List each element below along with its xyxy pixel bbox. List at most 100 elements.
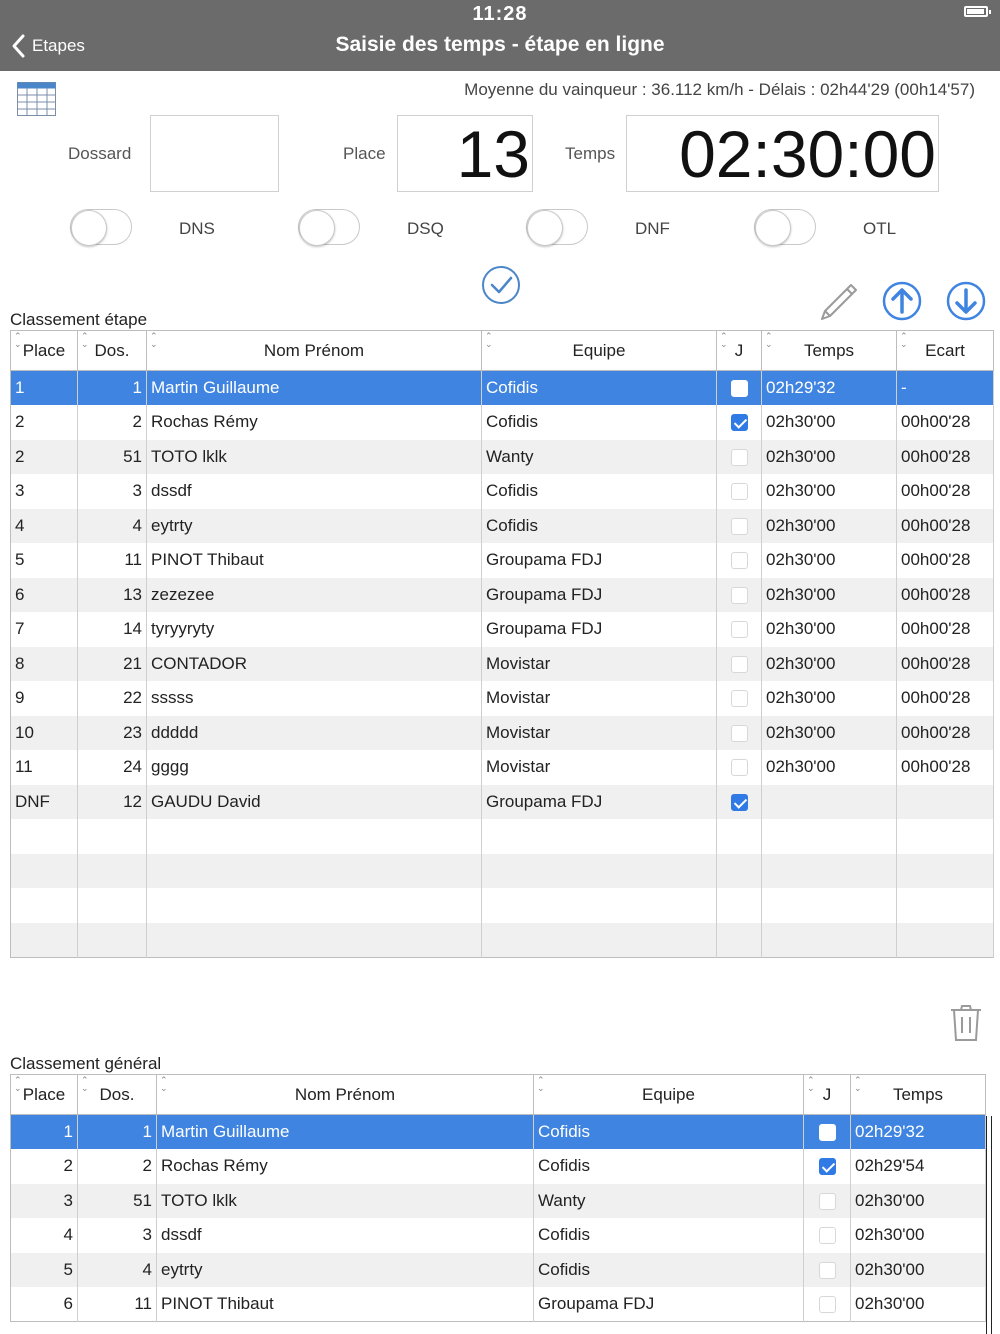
empty-cell (896, 922, 994, 957)
gap-cell: 00h00'28 (896, 612, 994, 647)
name-cell: Martin Guillaume (146, 370, 482, 405)
col-team[interactable]: ⌃ ⌄ Equipe (481, 330, 717, 371)
table-grid-icon[interactable] (17, 82, 56, 116)
table-row[interactable]: 9 22 sssss Movistar 02h30'00 00h00'28 (10, 681, 994, 716)
table-row[interactable]: 5 4 eytrty Cofidis 02h30'00 (10, 1252, 986, 1287)
jersey-checkbox[interactable] (818, 1296, 836, 1314)
col-time[interactable]: ⌃ ⌄ Temps (761, 330, 897, 371)
table-row[interactable]: 6 11 PINOT Thibaut Groupama FDJ 02h30'00 (10, 1287, 986, 1322)
time-cell: 02h30'00 (761, 405, 897, 440)
dnf-toggle[interactable] (526, 209, 588, 246)
time-cell: 02h30'00 (761, 474, 897, 509)
place-cell: 5 (10, 1252, 78, 1287)
table-row[interactable]: 10 23 ddddd Movistar 02h30'00 00h00'28 (10, 715, 994, 750)
col-team[interactable]: ⌃ ⌄ Equipe (533, 1074, 804, 1115)
general-scrollbar[interactable] (986, 1116, 992, 1334)
col-dos[interactable]: ⌃ ⌄ Dos. (77, 330, 147, 371)
jersey-checkbox[interactable] (730, 690, 748, 708)
empty-cell (896, 819, 994, 854)
table-row[interactable]: 8 21 CONTADOR Movistar 02h30'00 00h00'28 (10, 646, 994, 681)
jersey-checkbox[interactable] (730, 759, 748, 777)
table-row[interactable]: 3 51 TOTO lklk Wanty 02h30'00 (10, 1183, 986, 1218)
empty-cell (10, 819, 78, 854)
jersey-checkbox[interactable] (818, 1158, 836, 1176)
empty-cell (146, 853, 482, 888)
pencil-edit-icon[interactable] (818, 281, 860, 323)
place-value: 13 (456, 117, 530, 191)
table-row[interactable]: 1 1 Martin Guillaume Cofidis 02h29'32 (10, 1114, 986, 1149)
j-cell (716, 750, 762, 785)
table-row[interactable]: DNF 12 GAUDU David Groupama FDJ (10, 784, 994, 819)
gap-cell: - (896, 370, 994, 405)
dsq-toggle[interactable] (298, 209, 360, 246)
trash-delete-icon[interactable] (948, 1003, 984, 1043)
table-row[interactable]: 6 13 zezezee Groupama FDJ 02h30'00 00h00'28 (10, 577, 994, 612)
table-row[interactable]: 7 14 tyryyryty Groupama FDJ 02h30'00 00h00'28 (10, 612, 994, 647)
jersey-checkbox[interactable] (818, 1261, 836, 1279)
col-place[interactable]: ⌃ ⌄ Place (10, 330, 78, 371)
col-name[interactable]: ⌃ ⌄ Nom Prénom (146, 330, 482, 371)
team-cell: Wanty (533, 1183, 804, 1218)
table-row[interactable]: 5 11 PINOT Thibaut Groupama FDJ 02h30'00 00h0… (10, 543, 994, 578)
table-row[interactable] (10, 888, 994, 923)
j-cell (716, 439, 762, 474)
dos-cell: 21 (77, 646, 147, 681)
jersey-checkbox[interactable] (730, 586, 748, 604)
otl-toggle[interactable] (754, 209, 816, 246)
time-cell: 02h30'00 (850, 1252, 986, 1287)
jersey-checkbox[interactable] (730, 414, 748, 432)
empty-cell (761, 819, 897, 854)
table-row[interactable]: 2 51 TOTO lklk Wanty 02h30'00 00h00'28 (10, 439, 994, 474)
table-row[interactable]: 4 3 dssdf Cofidis 02h30'00 (10, 1218, 986, 1253)
dos-cell: 3 (77, 474, 147, 509)
col-gap[interactable]: ⌃ ⌄ Ecart (896, 330, 994, 371)
jersey-checkbox[interactable] (730, 724, 748, 742)
table-row[interactable]: 2 2 Rochas Rémy Cofidis 02h30'00 00h00'28 (10, 405, 994, 440)
jersey-checkbox[interactable] (818, 1124, 836, 1142)
col-time[interactable]: ⌃ ⌄ Temps (850, 1074, 986, 1115)
jersey-checkbox[interactable] (730, 448, 748, 466)
table-row[interactable]: 3 3 dssdf Cofidis 02h30'00 00h00'28 (10, 474, 994, 509)
jersey-checkbox[interactable] (730, 655, 748, 673)
team-cell: Cofidis (533, 1149, 804, 1184)
jersey-checkbox[interactable] (818, 1192, 836, 1210)
team-cell: Movistar (481, 646, 717, 681)
team-cell: Groupama FDJ (481, 577, 717, 612)
col-name[interactable]: ⌃ ⌄ Nom Prénom (156, 1074, 534, 1115)
jersey-checkbox[interactable] (730, 552, 748, 570)
place-cell: 4 (10, 1218, 78, 1253)
empty-cell (77, 819, 147, 854)
col-place[interactable]: ⌃ ⌄ Place (10, 1074, 78, 1115)
table-row[interactable] (10, 922, 994, 957)
table-row[interactable] (10, 819, 994, 854)
table-row[interactable]: 1 1 Martin Guillaume Cofidis 02h29'32- (10, 370, 994, 405)
dos-cell: 11 (77, 1287, 157, 1322)
dossard-label: Dossard (68, 144, 132, 163)
winner-info: Moyenne du vainqueur : 36.112 km/h - Dél… (464, 80, 975, 99)
jersey-checkbox[interactable] (730, 793, 748, 811)
col-j[interactable]: ⌃ ⌄ J (803, 1074, 851, 1115)
jersey-checkbox[interactable] (730, 621, 748, 639)
table-row[interactable]: 2 2 Rochas Rémy Cofidis 02h29'54 (10, 1149, 986, 1184)
dossard-input[interactable] (150, 115, 279, 192)
table-row[interactable]: 4 4 eytrty Cofidis 02h30'00 00h00'28 (10, 508, 994, 543)
table-row[interactable] (10, 853, 994, 888)
jersey-checkbox[interactable] (730, 380, 748, 398)
move-down-arrow-icon[interactable] (946, 281, 986, 321)
jersey-checkbox[interactable] (818, 1227, 836, 1245)
empty-cell (481, 853, 717, 888)
team-cell: Movistar (481, 715, 717, 750)
dnf-label: DNF (635, 219, 670, 238)
dns-toggle[interactable] (70, 209, 132, 246)
validate-check-button[interactable] (481, 265, 521, 305)
jersey-checkbox[interactable] (730, 483, 748, 501)
team-cell: Cofidis (533, 1114, 804, 1149)
jersey-checkbox[interactable] (730, 517, 748, 535)
table-row[interactable]: 11 24 gggg Movistar 02h30'00 00h00'28 (10, 750, 994, 785)
move-up-arrow-icon[interactable] (882, 281, 922, 321)
empty-cell (146, 819, 482, 854)
name-cell: zezezee (146, 577, 482, 612)
col-dos[interactable]: ⌃ ⌄ Dos. (77, 1074, 157, 1115)
col-j[interactable]: ⌃ ⌄ J (716, 330, 762, 371)
name-cell: GAUDU David (146, 784, 482, 819)
